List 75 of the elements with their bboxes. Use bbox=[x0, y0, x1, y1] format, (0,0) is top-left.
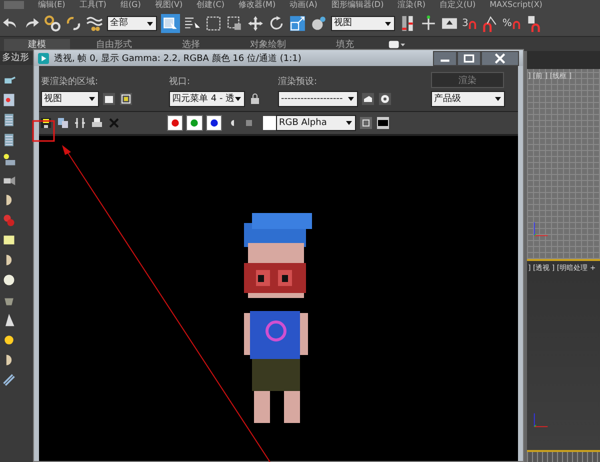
preset-label: 渲染预设: bbox=[278, 76, 318, 88]
toggle-ui-icon[interactable] bbox=[359, 116, 373, 130]
display-channel-dropdown[interactable]: RGB Alpha bbox=[276, 115, 356, 131]
render-setup-icon[interactable] bbox=[361, 92, 375, 106]
square-icon[interactable] bbox=[2, 233, 16, 247]
link-icon[interactable] bbox=[44, 14, 61, 32]
area-dropdown[interactable]: 视图 bbox=[41, 91, 99, 107]
sphere-icon[interactable] bbox=[310, 14, 327, 32]
card-icon[interactable] bbox=[2, 93, 16, 107]
move-icon[interactable] bbox=[247, 14, 264, 32]
magnet-icon bbox=[468, 20, 478, 28]
snap-toggle[interactable]: 3 bbox=[462, 18, 478, 28]
lock-icon[interactable] bbox=[248, 92, 262, 106]
unlink-icon[interactable] bbox=[65, 14, 82, 32]
menu-item[interactable]: 修改器(M) bbox=[238, 0, 276, 10]
close-icon[interactable] bbox=[481, 50, 519, 66]
ribbon-tab[interactable]: 自由形式 bbox=[72, 39, 156, 51]
list-icon[interactable] bbox=[2, 133, 16, 147]
menu-item[interactable]: MAXScript(X) bbox=[490, 0, 542, 10]
select-by-name-icon[interactable] bbox=[184, 14, 201, 32]
menu-item[interactable]: 图形编辑器(D) bbox=[331, 0, 384, 10]
preset-dropdown[interactable]: ------------------- bbox=[278, 91, 358, 107]
menu-item[interactable]: 编辑(E) bbox=[38, 0, 66, 10]
pivot-icon[interactable] bbox=[399, 14, 416, 32]
selection-filter-dropdown[interactable]: 全部 bbox=[107, 16, 157, 30]
angle-snap-icon[interactable] bbox=[481, 14, 498, 32]
magnet-icon bbox=[512, 20, 521, 28]
menu-item[interactable]: 渲染(R) bbox=[398, 0, 426, 10]
area-label: 要渲染的区域: bbox=[41, 76, 100, 88]
maximize-icon[interactable] bbox=[457, 50, 481, 66]
ribbon-tab[interactable]: 填充 bbox=[312, 39, 378, 51]
viewport-dropdown[interactable]: 四元菜单 4 - 透 bbox=[169, 91, 245, 107]
clone-window-icon[interactable] bbox=[73, 116, 87, 130]
save-image-icon[interactable] bbox=[39, 116, 53, 130]
app-icon bbox=[38, 52, 49, 64]
auto-region-icon[interactable] bbox=[119, 92, 133, 106]
highlight-frame bbox=[32, 120, 55, 142]
overlay-icon[interactable] bbox=[376, 116, 390, 130]
minimize-icon[interactable] bbox=[433, 50, 457, 66]
sun-icon[interactable] bbox=[2, 333, 16, 347]
ribbon-options-icon[interactable] bbox=[388, 40, 406, 49]
percent-snap-toggle[interactable]: % bbox=[502, 18, 521, 28]
quality-dropdown[interactable]: 产品级 bbox=[431, 91, 505, 107]
viewport-label: 视口: bbox=[169, 76, 192, 88]
channel-toggle[interactable] bbox=[167, 115, 184, 131]
ribbon-panel-label: 多边形 bbox=[0, 51, 35, 65]
lamp-icon[interactable] bbox=[2, 153, 16, 167]
rectangle-selection-icon[interactable] bbox=[205, 14, 222, 32]
circle-icon[interactable] bbox=[2, 273, 16, 287]
axis-gizmo-icon[interactable] bbox=[420, 14, 437, 32]
color-swatch[interactable] bbox=[263, 116, 276, 130]
ribbon-tab[interactable]: 建模 bbox=[4, 39, 70, 51]
select-object-icon[interactable] bbox=[161, 14, 180, 32]
print-icon[interactable] bbox=[90, 116, 104, 130]
channel-toggle[interactable] bbox=[186, 115, 203, 131]
list-icon[interactable] bbox=[2, 113, 16, 127]
menu-item[interactable]: 工具(T) bbox=[79, 0, 106, 10]
menu-item[interactable]: 组(G) bbox=[120, 0, 141, 10]
environment-icon[interactable] bbox=[378, 92, 392, 106]
window-crossing-icon[interactable] bbox=[226, 14, 243, 32]
copy-image-icon[interactable] bbox=[56, 116, 70, 130]
render-button[interactable]: 渲染 bbox=[431, 72, 504, 88]
scale-icon[interactable] bbox=[289, 14, 306, 32]
window-title: 透视, 帧 0, 显示 Gamma: 2.2, RGBA 颜色 16 位/通道 (1:1) bbox=[54, 52, 302, 64]
menu-item[interactable]: 自定义(U) bbox=[440, 0, 476, 10]
menu-item[interactable]: 视图(V) bbox=[154, 0, 183, 10]
edit-region-icon[interactable] bbox=[102, 92, 116, 106]
menu-item[interactable]: 动画(A) bbox=[290, 0, 318, 10]
ribbon-tab[interactable]: 对象绘制 bbox=[226, 39, 310, 51]
channel-toggle[interactable] bbox=[206, 115, 222, 131]
wave-icon[interactable] bbox=[86, 14, 103, 32]
reference-coordinate-dropdown[interactable]: 视图 bbox=[331, 16, 395, 30]
rotate-icon[interactable] bbox=[268, 14, 285, 32]
ribbon-tab[interactable]: 选择 bbox=[158, 39, 224, 51]
menu-item[interactable]: 创建(C) bbox=[196, 0, 224, 10]
